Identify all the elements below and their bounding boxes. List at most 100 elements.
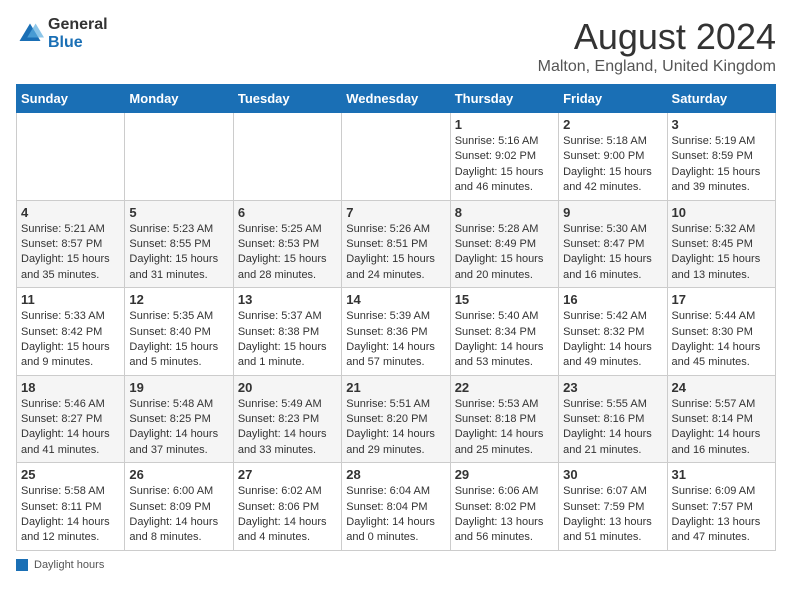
day-info: Sunrise: 5:48 AM Sunset: 8:25 PM Dayligh… <box>129 397 228 459</box>
day-number: 17 <box>672 292 771 307</box>
day-info: Sunrise: 5:32 AM Sunset: 8:45 PM Dayligh… <box>672 222 771 284</box>
col-header-tuesday: Tuesday <box>233 85 341 113</box>
day-info: Sunrise: 5:19 AM Sunset: 8:59 PM Dayligh… <box>672 134 771 196</box>
day-cell: 12 Sunrise: 5:35 AM Sunset: 8:40 PM Dayli… <box>125 288 233 376</box>
day-info: Sunrise: 5:25 AM Sunset: 8:53 PM Dayligh… <box>238 222 337 284</box>
day-number: 8 <box>455 205 554 220</box>
day-cell: 26Sunrise: 6:00 AM Sunset: 8:09 PM Dayli… <box>125 463 233 551</box>
day-info: Sunrise: 5:57 AM Sunset: 8:14 PM Dayligh… <box>672 397 771 459</box>
day-info: Sunrise: 5:39 AM Sunset: 8:36 PM Dayligh… <box>346 309 445 371</box>
footer-dot <box>16 559 28 571</box>
day-number: 10 <box>672 205 771 220</box>
day-number: 29 <box>455 467 554 482</box>
day-cell: 8 Sunrise: 5:28 AM Sunset: 8:49 PM Daylig… <box>450 200 558 288</box>
day-number: 3 <box>672 117 771 132</box>
day-cell: 5Sunrise: 5:23 AM Sunset: 8:55 PM Daylig… <box>125 200 233 288</box>
day-number: 20 <box>238 380 337 395</box>
col-header-saturday: Saturday <box>667 85 775 113</box>
day-info: Sunrise: 5:40 AM Sunset: 8:34 PM Dayligh… <box>455 309 554 371</box>
day-info: Sunrise: 6:02 AM Sunset: 8:06 PM Dayligh… <box>238 484 337 546</box>
day-cell: 7Sunrise: 5:26 AM Sunset: 8:51 PM Daylig… <box>342 200 450 288</box>
day-cell: 13 Sunrise: 5:37 AM Sunset: 8:38 PM Dayli… <box>233 288 341 376</box>
day-number: 18 <box>21 380 120 395</box>
day-cell: 11 Sunrise: 5:33 AM Sunset: 8:42 PM Dayli… <box>17 288 125 376</box>
day-cell: 24Sunrise: 5:57 AM Sunset: 8:14 PM Dayli… <box>667 375 775 463</box>
day-cell <box>17 113 125 201</box>
day-cell: 27 Sunrise: 6:02 AM Sunset: 8:06 PM Dayli… <box>233 463 341 551</box>
day-number: 25 <box>21 467 120 482</box>
day-cell: 30Sunrise: 6:07 AM Sunset: 7:59 PM Dayli… <box>559 463 667 551</box>
day-number: 13 <box>238 292 337 307</box>
page-header: General Blue August 2024 Malton, England… <box>16 16 776 76</box>
day-info: Sunrise: 5:58 AM Sunset: 8:11 PM Dayligh… <box>21 484 120 546</box>
day-info: Sunrise: 6:00 AM Sunset: 8:09 PM Dayligh… <box>129 484 228 546</box>
calendar-table: SundayMondayTuesdayWednesdayThursdayFrid… <box>16 84 776 551</box>
day-cell: 4Sunrise: 5:21 AM Sunset: 8:57 PM Daylig… <box>17 200 125 288</box>
logo-icon <box>16 20 44 48</box>
day-number: 27 <box>238 467 337 482</box>
day-cell: 16 Sunrise: 5:42 AM Sunset: 8:32 PM Dayli… <box>559 288 667 376</box>
logo: General Blue <box>16 16 108 51</box>
day-number: 31 <box>672 467 771 482</box>
day-info: Sunrise: 5:55 AM Sunset: 8:16 PM Dayligh… <box>563 397 662 459</box>
day-number: 12 <box>129 292 228 307</box>
col-header-friday: Friday <box>559 85 667 113</box>
col-header-thursday: Thursday <box>450 85 558 113</box>
day-info: Sunrise: 5:49 AM Sunset: 8:23 PM Dayligh… <box>238 397 337 459</box>
col-header-monday: Monday <box>125 85 233 113</box>
day-cell: 22Sunrise: 5:53 AM Sunset: 8:18 PM Dayli… <box>450 375 558 463</box>
day-number: 6 <box>238 205 337 220</box>
day-number: 30 <box>563 467 662 482</box>
day-number: 1 <box>455 117 554 132</box>
day-info: Sunrise: 5:28 AM Sunset: 8:49 PM Dayligh… <box>455 222 554 284</box>
day-cell: 29Sunrise: 6:06 AM Sunset: 8:02 PM Dayli… <box>450 463 558 551</box>
day-info: Sunrise: 6:09 AM Sunset: 7:57 PM Dayligh… <box>672 484 771 546</box>
day-cell: 23Sunrise: 5:55 AM Sunset: 8:16 PM Dayli… <box>559 375 667 463</box>
day-cell: 25 Sunrise: 5:58 AM Sunset: 8:11 PM Dayli… <box>17 463 125 551</box>
day-number: 14 <box>346 292 445 307</box>
calendar-body: 1Sunrise: 5:16 AM Sunset: 9:02 PM Daylig… <box>17 113 776 551</box>
day-cell: 20 Sunrise: 5:49 AM Sunset: 8:23 PM Dayli… <box>233 375 341 463</box>
title-section: August 2024 Malton, England, United King… <box>538 16 776 76</box>
day-number: 9 <box>563 205 662 220</box>
day-cell: 3 Sunrise: 5:19 AM Sunset: 8:59 PM Daylig… <box>667 113 775 201</box>
day-info: Sunrise: 5:51 AM Sunset: 8:20 PM Dayligh… <box>346 397 445 459</box>
day-cell: 6 Sunrise: 5:25 AM Sunset: 8:53 PM Daylig… <box>233 200 341 288</box>
calendar-header: SundayMondayTuesdayWednesdayThursdayFrid… <box>17 85 776 113</box>
week-row-3: 11 Sunrise: 5:33 AM Sunset: 8:42 PM Dayli… <box>17 288 776 376</box>
footer-label: Daylight hours <box>34 559 104 571</box>
day-number: 5 <box>129 205 228 220</box>
day-info: Sunrise: 6:04 AM Sunset: 8:04 PM Dayligh… <box>346 484 445 546</box>
day-number: 15 <box>455 292 554 307</box>
day-number: 4 <box>21 205 120 220</box>
col-header-sunday: Sunday <box>17 85 125 113</box>
day-cell: 10 Sunrise: 5:32 AM Sunset: 8:45 PM Dayli… <box>667 200 775 288</box>
day-info: Sunrise: 5:18 AM Sunset: 9:00 PM Dayligh… <box>563 134 662 196</box>
day-number: 28 <box>346 467 445 482</box>
day-info: Sunrise: 5:42 AM Sunset: 8:32 PM Dayligh… <box>563 309 662 371</box>
day-info: Sunrise: 5:33 AM Sunset: 8:42 PM Dayligh… <box>21 309 120 371</box>
day-info: Sunrise: 5:37 AM Sunset: 8:38 PM Dayligh… <box>238 309 337 371</box>
day-info: Sunrise: 5:26 AM Sunset: 8:51 PM Dayligh… <box>346 222 445 284</box>
day-cell: 28 Sunrise: 6:04 AM Sunset: 8:04 PM Dayli… <box>342 463 450 551</box>
day-number: 21 <box>346 380 445 395</box>
day-info: Sunrise: 5:30 AM Sunset: 8:47 PM Dayligh… <box>563 222 662 284</box>
day-number: 2 <box>563 117 662 132</box>
day-number: 19 <box>129 380 228 395</box>
day-cell: 15 Sunrise: 5:40 AM Sunset: 8:34 PM Dayli… <box>450 288 558 376</box>
day-cell: 14 Sunrise: 5:39 AM Sunset: 8:36 PM Dayli… <box>342 288 450 376</box>
day-info: Sunrise: 5:44 AM Sunset: 8:30 PM Dayligh… <box>672 309 771 371</box>
day-number: 16 <box>563 292 662 307</box>
day-cell: 18 Sunrise: 5:46 AM Sunset: 8:27 PM Dayli… <box>17 375 125 463</box>
page-subtitle: Malton, England, United Kingdom <box>538 58 776 76</box>
day-info: Sunrise: 5:35 AM Sunset: 8:40 PM Dayligh… <box>129 309 228 371</box>
day-cell <box>125 113 233 201</box>
header-row: SundayMondayTuesdayWednesdayThursdayFrid… <box>17 85 776 113</box>
day-info: Sunrise: 5:46 AM Sunset: 8:27 PM Dayligh… <box>21 397 120 459</box>
day-number: 11 <box>21 292 120 307</box>
day-cell: 9 Sunrise: 5:30 AM Sunset: 8:47 PM Daylig… <box>559 200 667 288</box>
week-row-1: 1Sunrise: 5:16 AM Sunset: 9:02 PM Daylig… <box>17 113 776 201</box>
col-header-wednesday: Wednesday <box>342 85 450 113</box>
day-cell: 19 Sunrise: 5:48 AM Sunset: 8:25 PM Dayli… <box>125 375 233 463</box>
week-row-5: 25 Sunrise: 5:58 AM Sunset: 8:11 PM Dayli… <box>17 463 776 551</box>
